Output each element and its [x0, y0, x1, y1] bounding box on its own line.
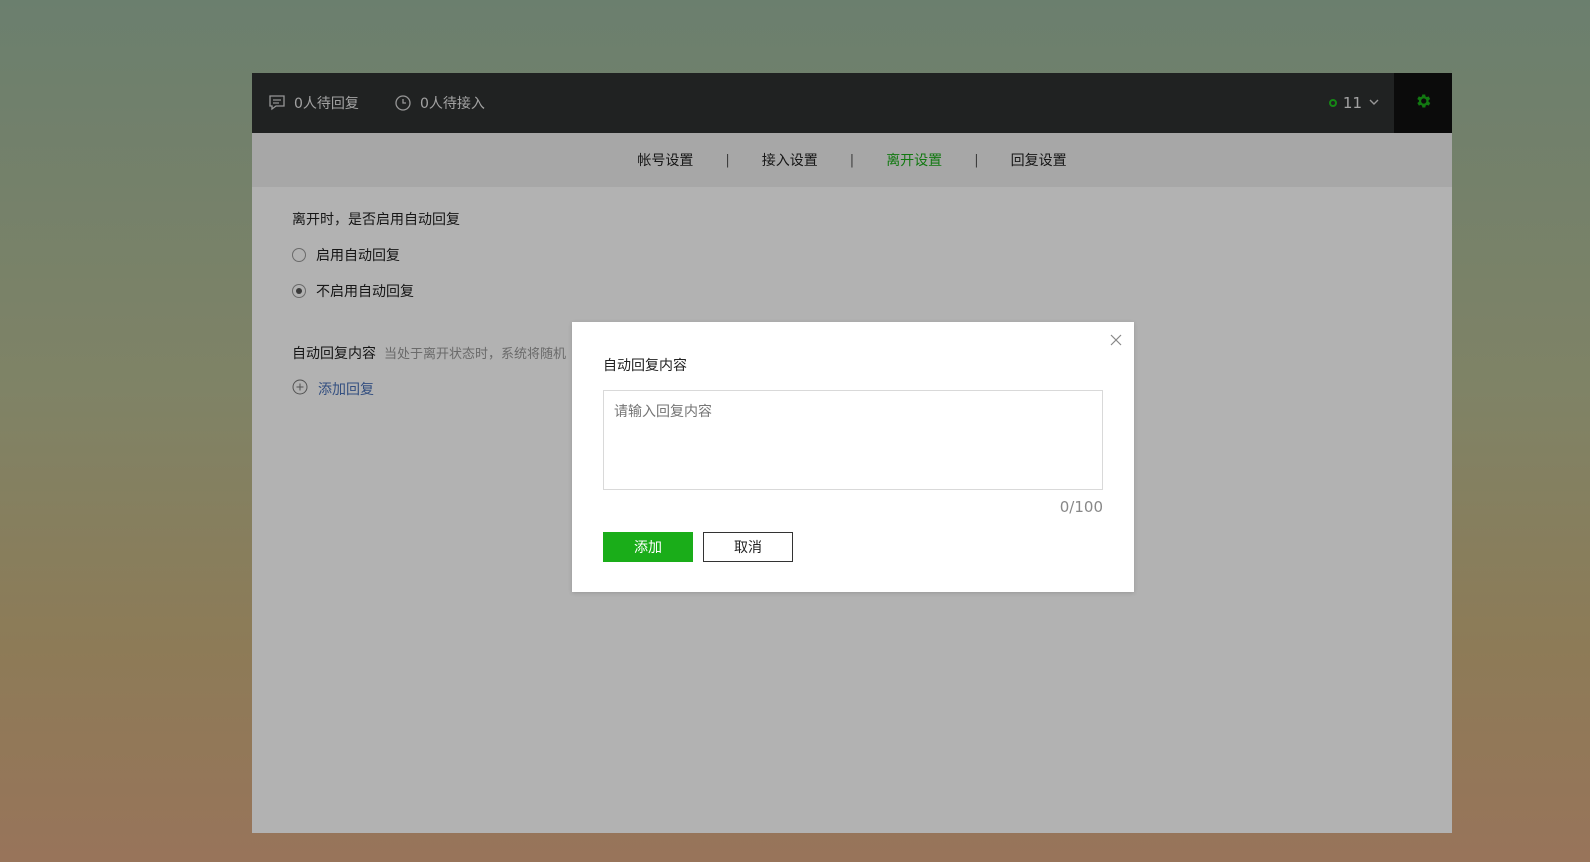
dialog-title: 自动回复内容 — [603, 358, 687, 374]
reply-content-input[interactable] — [603, 390, 1103, 490]
char-counter: 0/100 — [1059, 498, 1103, 516]
add-button[interactable]: 添加 — [603, 532, 693, 562]
close-icon[interactable] — [1108, 332, 1124, 348]
cancel-button[interactable]: 取消 — [703, 532, 793, 562]
auto-reply-dialog: 自动回复内容 0/100 添加 取消 — [572, 322, 1134, 592]
